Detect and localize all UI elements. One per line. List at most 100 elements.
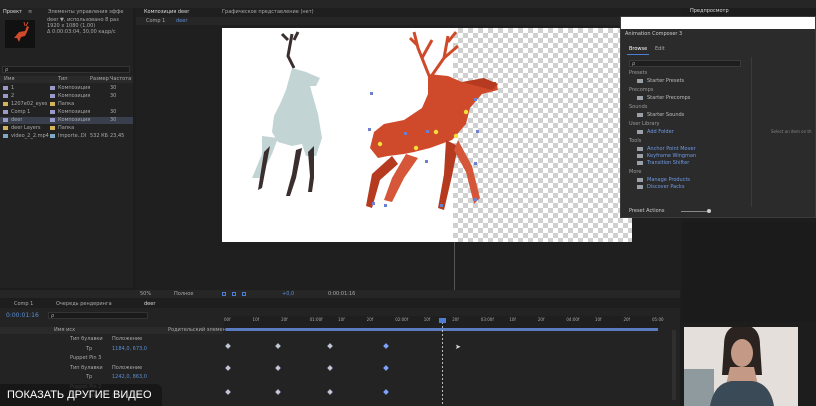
- region-toggle-icon[interactable]: [222, 292, 226, 296]
- list-item[interactable]: 2 Композиция 30: [0, 93, 133, 100]
- timeline-row[interactable]: Тип булавки Положение: [0, 336, 222, 343]
- tab-comp1[interactable]: Comp 1: [146, 19, 165, 24]
- composer-item[interactable]: Starter Precomps: [647, 96, 690, 101]
- folder-icon: [637, 154, 643, 158]
- row-value[interactable]: 1242,0, 863,0: [112, 375, 147, 380]
- tab-timeline-deer[interactable]: deer: [144, 302, 155, 307]
- composition-panel: Композиция deer Графическое представлени…: [136, 8, 681, 292]
- tab-timeline-comp1[interactable]: Comp 1: [14, 302, 33, 307]
- quality-dropdown[interactable]: Полное: [174, 292, 193, 297]
- zoom-dropdown[interactable]: 50%: [140, 292, 151, 297]
- ruler-tick-label: 20f: [366, 317, 374, 322]
- list-item[interactable]: 1207e02_eyes Папка: [0, 101, 133, 108]
- row-value[interactable]: Положение: [112, 337, 142, 342]
- timeline-row[interactable]: Тр 1184,0, 673,0: [0, 346, 222, 353]
- header-parent[interactable]: Родительский элемент: [168, 328, 229, 333]
- composer-item[interactable]: Transition Shifter: [647, 161, 689, 166]
- keyframe[interactable]: [275, 365, 281, 371]
- timeline-row[interactable]: Тип булавки Положение: [0, 365, 222, 372]
- composer-section-heading: User Library: [629, 121, 660, 127]
- project-list-header: Имя Тип Размер Частота: [0, 76, 133, 83]
- list-item[interactable]: deer Композиция 30: [0, 117, 133, 124]
- timeline-search-input[interactable]: ρ: [48, 312, 148, 319]
- row-value[interactable]: Положение: [112, 365, 142, 371]
- row-label: Тр: [86, 345, 93, 352]
- timeline-scrollbar[interactable]: [672, 330, 676, 400]
- composer-section-heading: Presets: [629, 70, 648, 76]
- header-type[interactable]: Тип: [58, 77, 68, 82]
- label-color-swatch[interactable]: [50, 110, 55, 114]
- composer-item[interactable]: Starter Presets: [647, 79, 684, 84]
- keyframe[interactable]: [225, 365, 231, 371]
- composer-item[interactable]: Starter Sounds: [647, 113, 684, 118]
- list-item[interactable]: deer Layers Папка: [0, 125, 133, 132]
- project-search-input[interactable]: ρ: [2, 66, 130, 73]
- folder-icon: [637, 185, 643, 189]
- timeline-row[interactable]: Puppet Pin 3: [0, 355, 222, 362]
- mask-toggle-icon[interactable]: [242, 292, 246, 296]
- keyframe[interactable]: [383, 343, 389, 349]
- deer-thumbnail-icon: [14, 21, 29, 42]
- composer-item[interactable]: Anchor Point Mover: [647, 147, 696, 152]
- tab-project[interactable]: Проект: [3, 10, 22, 15]
- composer-search-input[interactable]: ρ: [629, 60, 741, 67]
- tab-composition[interactable]: Композиция deer: [144, 10, 189, 15]
- playhead-line[interactable]: [442, 318, 443, 406]
- exposure-value[interactable]: +0,0: [282, 292, 294, 297]
- ruler-tick-label: 10f: [509, 317, 516, 322]
- comp-tabs-bar: Comp 1 deer: [136, 17, 681, 25]
- folder-icon: [637, 79, 643, 83]
- keyframe[interactable]: [225, 389, 231, 395]
- composer-slider-knob[interactable]: [707, 209, 711, 213]
- list-item[interactable]: video_2_2.mp4 Importe..DI 532 КБ 23,45: [0, 133, 133, 140]
- keyframe[interactable]: [383, 389, 389, 395]
- label-color-swatch[interactable]: [50, 126, 55, 130]
- keyframe[interactable]: [327, 365, 333, 371]
- more-videos-button[interactable]: ПОКАЗАТЬ ДРУГИЕ ВИДЕО: [0, 384, 162, 406]
- tab-graph[interactable]: Графическое представление (нет): [222, 10, 314, 15]
- label-color-swatch[interactable]: [50, 102, 55, 106]
- current-time-display[interactable]: 0:00:01:16: [6, 313, 39, 319]
- composer-section-heading: Tools: [629, 138, 642, 144]
- playhead-handle[interactable]: [439, 318, 446, 323]
- composer-item[interactable]: Keyframe Wingman: [647, 154, 696, 159]
- header-name[interactable]: Имя: [4, 77, 15, 82]
- keyframe[interactable]: [327, 389, 333, 395]
- header-size[interactable]: Размер: [90, 77, 109, 82]
- header-source-name[interactable]: Имя исх: [54, 328, 75, 333]
- keyframe[interactable]: [275, 389, 281, 395]
- timeline-row[interactable]: Тр 1242,0, 863,0: [0, 374, 222, 381]
- keyframe[interactable]: [383, 365, 389, 371]
- project-panel: Проект Элементы управления эффе ≡ deer ▼…: [0, 8, 133, 288]
- tab-render-queue[interactable]: Очередь рендеринга: [56, 302, 112, 307]
- item-name: deer Layers: [11, 125, 41, 131]
- row-value[interactable]: 1184,0, 673,0: [112, 346, 147, 352]
- composer-tab-edit[interactable]: Edit: [655, 47, 665, 52]
- composer-item[interactable]: Manage Products: [647, 178, 690, 183]
- list-item[interactable]: 1 Композиция 30: [0, 85, 133, 92]
- tab-effect-controls[interactable]: Элементы управления эффе: [48, 10, 124, 15]
- label-color-swatch[interactable]: [50, 94, 55, 98]
- composer-item[interactable]: Add Folder: [647, 130, 674, 135]
- item-type: Композиция: [58, 85, 91, 91]
- label-color-swatch[interactable]: [50, 118, 55, 122]
- tab-deer[interactable]: deer: [176, 19, 187, 24]
- keyframe[interactable]: [327, 343, 333, 349]
- composer-item[interactable]: Discover Packs: [647, 185, 684, 190]
- ruler-tick-label: 20f: [537, 317, 545, 322]
- composer-preset-actions[interactable]: Preset Actions: [629, 209, 664, 214]
- panel-menu-icon[interactable]: ≡: [28, 10, 32, 15]
- label-color-swatch[interactable]: [50, 134, 55, 138]
- keyframe[interactable]: [275, 343, 281, 349]
- header-fps[interactable]: Частота: [110, 77, 131, 82]
- keyframe[interactable]: [225, 343, 231, 349]
- tab-preview[interactable]: Предпросмотр: [690, 9, 729, 14]
- folder-icon: [637, 113, 643, 117]
- item-type: Композиция: [58, 109, 91, 115]
- label-color-swatch[interactable]: [50, 86, 55, 90]
- folder-icon: [637, 96, 643, 100]
- list-item[interactable]: Comp 1 Композиция 30: [0, 109, 133, 116]
- composer-tab-browse[interactable]: Browse: [629, 47, 647, 52]
- grid-toggle-icon[interactable]: [232, 292, 236, 296]
- composition-canvas[interactable]: [222, 28, 632, 242]
